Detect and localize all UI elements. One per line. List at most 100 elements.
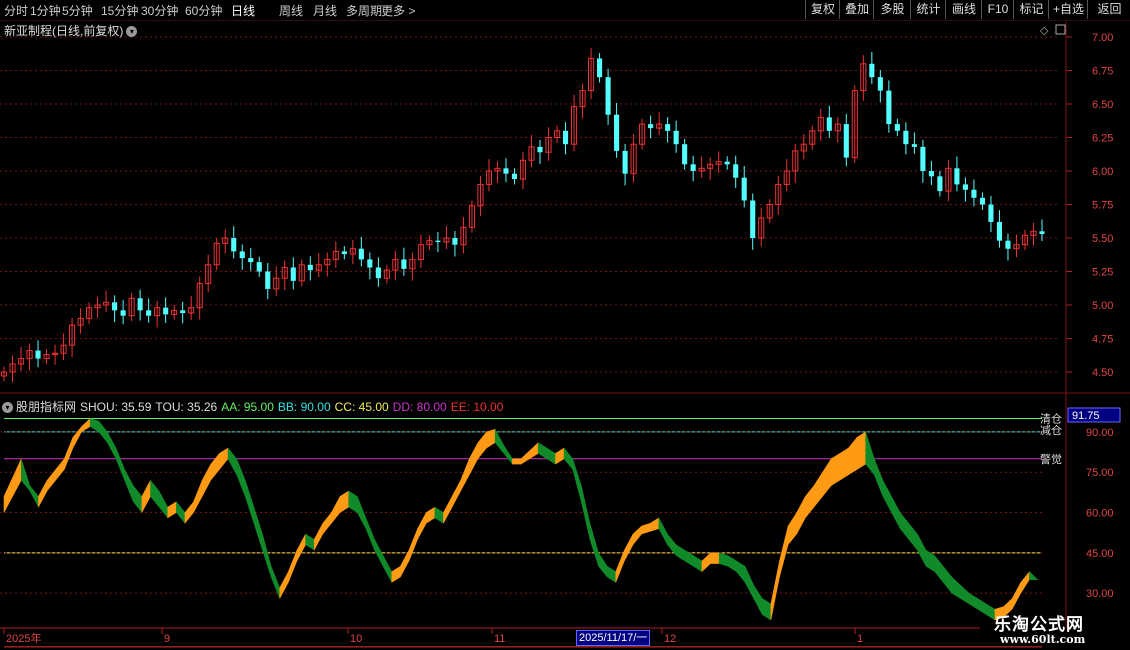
indicator-value-4: CC: 45.00: [334, 400, 389, 414]
indicator-band-segment: [753, 584, 763, 615]
candle-down: [988, 204, 994, 222]
candle-down: [920, 146, 926, 171]
indicator-value-0: SHOU: 35.59: [80, 400, 152, 414]
candle-down: [894, 124, 900, 131]
watermark-logo: 乐淘公式网 www.60lt.com: [994, 608, 1112, 648]
x-axis-label: 1: [857, 633, 863, 645]
indicator-band-segment: [253, 507, 263, 551]
candle-down: [937, 176, 943, 192]
date-cursor-label: 2025/11/17/一: [576, 630, 651, 646]
candle-down: [180, 310, 186, 314]
indicator-axis-label: 90.00: [1086, 427, 1114, 439]
candle-down: [911, 144, 917, 147]
indicator-band-segment: [822, 457, 832, 498]
level-bb-label: 减仓: [1040, 423, 1062, 437]
indicator-band-segment: [1029, 571, 1039, 580]
candle-down: [750, 200, 756, 238]
indicator-band-segment: [219, 447, 229, 471]
indicator-axis-label: 45.00: [1086, 548, 1114, 560]
candle-down: [35, 350, 41, 359]
chevron-down-icon[interactable]: ▾: [126, 26, 138, 38]
indicator-band-segment: [357, 496, 367, 529]
candle-down: [665, 124, 671, 131]
indicator-band-segment: [391, 565, 401, 583]
price-axis-label: 5.25: [1092, 267, 1113, 279]
x-axis-label: 2025年: [6, 631, 41, 645]
indicator-band-segment: [288, 550, 298, 583]
indicator-band-segment: [650, 517, 660, 532]
candle-down: [877, 77, 883, 91]
indicator-band-segment: [512, 458, 522, 465]
indicator-band-segment: [615, 550, 625, 583]
candle-down: [843, 124, 849, 158]
level-dd-label: 警觉: [1040, 452, 1062, 466]
candle-down: [503, 168, 509, 174]
candle-down: [648, 124, 654, 129]
candle-down: [511, 173, 518, 180]
indicator-band-segment: [313, 523, 324, 551]
indicator-band-segment: [770, 560, 780, 621]
panel-maximize-icon: [1055, 24, 1066, 35]
indicator-band-segment: [434, 506, 444, 524]
candle-down: [562, 130, 569, 145]
chevron-down-icon[interactable]: ▾: [2, 402, 13, 414]
indicator-band-segment: [942, 565, 953, 594]
candle-down: [375, 267, 381, 279]
indicator-band-segment: [451, 480, 461, 508]
indicator-band-segment: [494, 429, 505, 455]
indicator-band-segment: [744, 566, 754, 599]
indicator-band-segment: [563, 447, 573, 471]
kline-chart[interactable]: 4.50 4.75 5.00 5.25 5.50 5.75 6.00 6.25 6.50 6.75…: [0, 0, 1130, 650]
indicator-band-segment: [624, 533, 634, 561]
indicator-name: 股朋指标网: [16, 400, 77, 414]
indicator-band-segment: [934, 554, 944, 584]
indicator-band-segment: [908, 522, 918, 551]
candle-down: [869, 63, 875, 78]
indicator-band-segment: [925, 549, 935, 573]
candle-down: [996, 221, 1003, 241]
candle-down: [690, 164, 696, 171]
indicator-value-3: BB: 90.00: [277, 400, 331, 414]
candle-down: [733, 164, 739, 178]
indicator-band-segment: [20, 458, 31, 492]
candle-down: [962, 184, 968, 190]
indicator-band-segment: [365, 517, 375, 551]
indicator-band-segment: [193, 480, 203, 513]
indicator-band-segment: [520, 450, 530, 465]
indicator-band-segment: [856, 431, 866, 470]
indicator-band-segment: [555, 447, 565, 465]
indicator-band-segment: [632, 525, 642, 546]
indicator-band-segment: [503, 444, 513, 465]
candle-down: [358, 248, 364, 260]
indicator-band-segment: [210, 452, 220, 481]
candle-down: [605, 77, 611, 115]
candle-down: [341, 251, 347, 255]
candle-down: [614, 114, 620, 151]
indicator-band-segment: [12, 458, 22, 497]
indicator-band-segment: [675, 544, 685, 562]
x-axis-label: 10: [350, 633, 362, 645]
price-axis-label: 6.75: [1092, 66, 1113, 78]
indicator-band-segment: [55, 458, 65, 481]
indicator-band-segment: [779, 525, 789, 578]
indicator-band-segment: [408, 528, 418, 561]
indicator-band-segment: [899, 511, 909, 541]
indicator-band-segment: [839, 447, 849, 481]
indicator-band-segment: [331, 496, 341, 524]
indicator-band-segment: [658, 517, 668, 545]
indicator-value-1: TOU: 35.26: [155, 400, 218, 414]
indicator-band-segment: [736, 560, 746, 584]
indicator-band-segment: [279, 571, 289, 599]
candle-down: [903, 130, 909, 145]
watermark-url: www.60lt.com: [1000, 633, 1086, 646]
price-axis-label: 5.00: [1092, 300, 1113, 312]
level-aa-label: 清仓: [1040, 411, 1062, 425]
indicator-band-segment: [598, 551, 608, 578]
indicator-band-segment: [3, 477, 13, 513]
indicator-band-segment: [89, 418, 100, 433]
candle-down: [673, 130, 679, 145]
indicator-band-segment: [469, 442, 479, 475]
indicator-band-segment: [184, 501, 194, 524]
candle-down: [724, 161, 730, 165]
indicator-band-segment: [477, 431, 487, 460]
